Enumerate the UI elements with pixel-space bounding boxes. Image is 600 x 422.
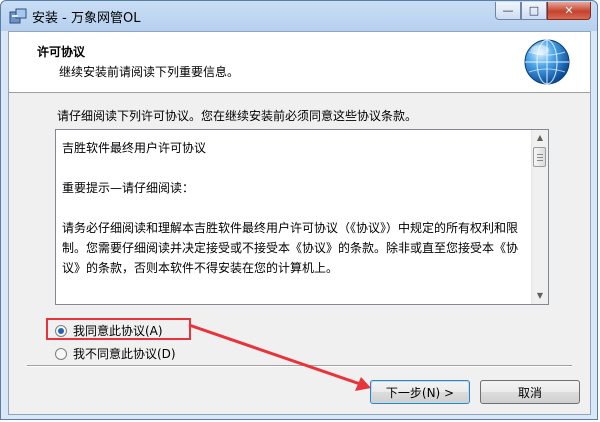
- installer-window: 安装 - 万象网管OL — □ ✕ 许可协议 继续安装前请阅读下列重要信息。 请…: [0, 0, 598, 420]
- annotation-arrow: [188, 323, 371, 391]
